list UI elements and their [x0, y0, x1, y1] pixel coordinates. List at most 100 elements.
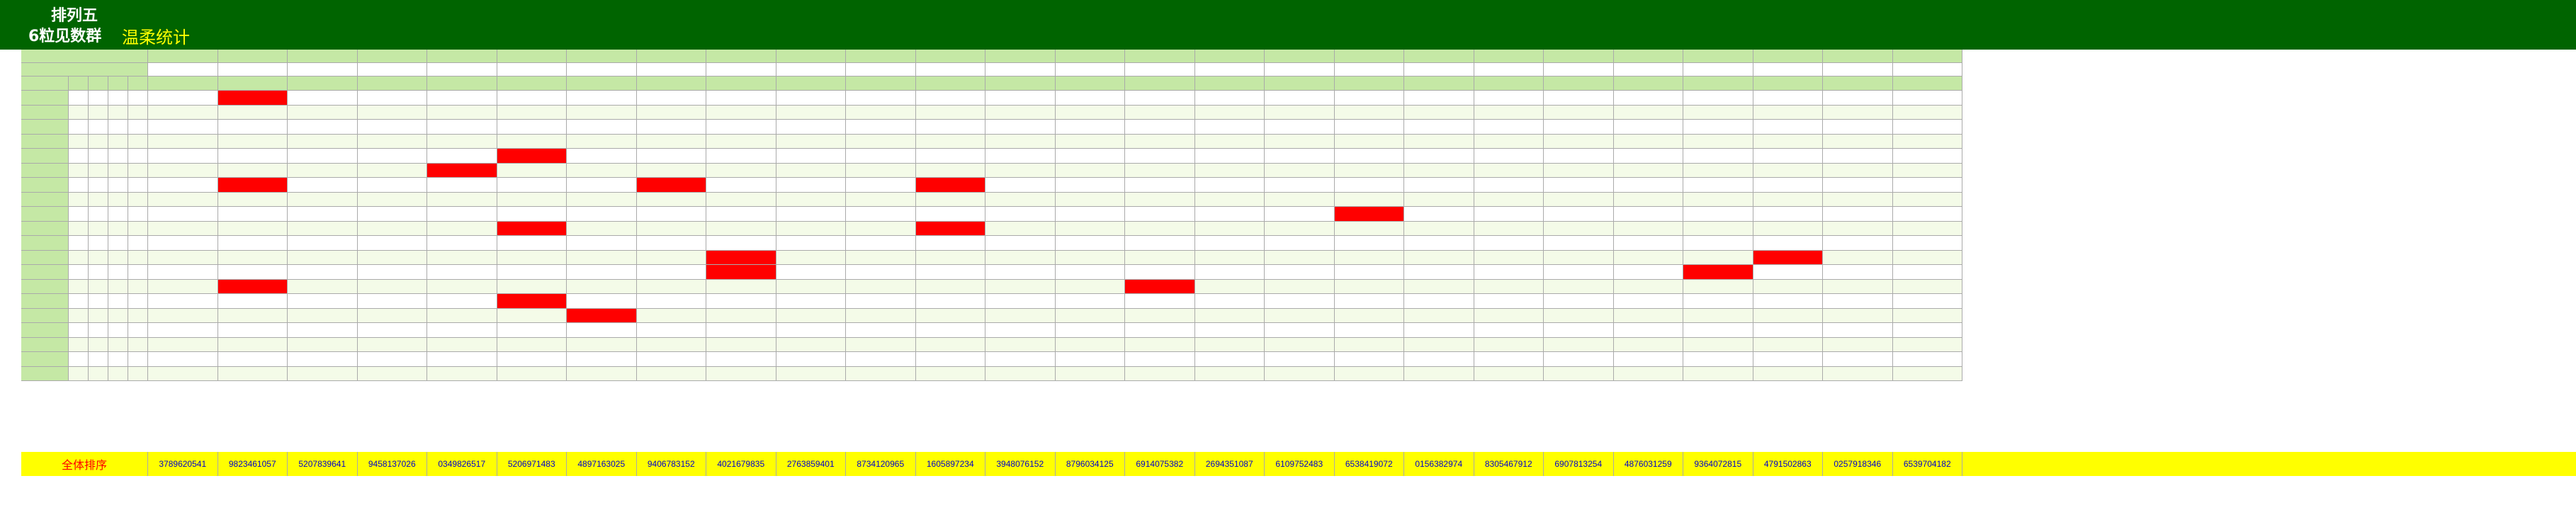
pick-cell	[1544, 337, 1614, 352]
pick-cell	[1823, 105, 1893, 120]
pick-cell	[706, 163, 776, 178]
pick-cell	[218, 221, 288, 236]
pick-cell	[1125, 192, 1195, 207]
pick-cell	[1334, 352, 1404, 367]
stat-streak	[128, 265, 148, 280]
pick-cell	[1334, 163, 1404, 178]
draw-no-label	[21, 50, 148, 63]
pick-cell	[1753, 366, 1823, 381]
pick-cell	[776, 163, 846, 178]
pick-cell	[1613, 149, 1683, 164]
draw-number	[776, 63, 846, 76]
pick-cell	[357, 366, 427, 381]
pick-cell	[1055, 207, 1125, 222]
pick-cell	[915, 207, 985, 222]
pick-cell	[1613, 279, 1683, 294]
pick-cell	[1404, 250, 1474, 265]
stat-hit	[89, 207, 108, 222]
pick-cell	[1474, 207, 1544, 222]
pick-cell	[1125, 323, 1195, 338]
draw-number	[1055, 63, 1125, 76]
stat-streak	[128, 366, 148, 381]
period-header	[846, 50, 916, 63]
pick-cell	[985, 308, 1056, 323]
pick-cell	[1125, 250, 1195, 265]
stat-rate	[108, 192, 128, 207]
pick-cell	[846, 323, 916, 338]
draw-nums-label	[21, 63, 148, 76]
pick-cell	[915, 91, 985, 106]
pick-cell	[567, 323, 637, 338]
pick-cell	[1404, 105, 1474, 120]
footer-ranking-value: 3948076152	[985, 452, 1056, 476]
pick-cell	[985, 221, 1056, 236]
draw-number	[915, 63, 985, 76]
pick-cell	[776, 207, 846, 222]
pick-cell	[915, 163, 985, 178]
draw-number	[1194, 63, 1265, 76]
pick-cell	[218, 366, 288, 381]
pick-cell	[288, 308, 358, 323]
entry-col-header	[1823, 76, 1893, 91]
pick-cell	[148, 236, 218, 251]
pick-cell	[1055, 120, 1125, 135]
pick-cell	[1613, 352, 1683, 367]
pick-cell	[427, 192, 497, 207]
stats-table	[21, 50, 2576, 431]
footer-ranking-value: 0257918346	[1823, 452, 1893, 476]
pick-cell	[357, 279, 427, 294]
stat-hit	[89, 323, 108, 338]
pick-cell	[985, 91, 1056, 106]
pick-cell	[218, 120, 288, 135]
pick-cell	[1404, 352, 1474, 367]
pick-cell	[985, 149, 1056, 164]
pick-cell	[1892, 134, 1962, 149]
pick-cell	[357, 250, 427, 265]
pick-cell	[846, 221, 916, 236]
pick-cell	[1265, 207, 1335, 222]
pick-cell	[1125, 352, 1195, 367]
pick-cell	[636, 352, 706, 367]
pick-cell	[1613, 236, 1683, 251]
pick-cell	[846, 294, 916, 309]
pick-cell	[1823, 207, 1893, 222]
pick-cell	[915, 120, 985, 135]
pick-cell	[1823, 134, 1893, 149]
pick-cell	[497, 236, 567, 251]
footer-ranking-value: 9823461057	[218, 452, 288, 476]
stat-rate	[108, 149, 128, 164]
pick-cell	[1544, 308, 1614, 323]
pick-cell	[1334, 178, 1404, 193]
pick-cell	[567, 352, 637, 367]
pick-cell	[427, 265, 497, 280]
footer-ranking-value: 9458137026	[358, 452, 427, 476]
pick-cell	[1892, 120, 1962, 135]
pick-cell	[1125, 265, 1195, 280]
title-primary: 排列五	[51, 7, 98, 25]
pick-cell	[1823, 323, 1893, 338]
pick-cell	[915, 337, 985, 352]
footer-ranking-value: 6907813254	[1544, 452, 1614, 476]
pick-cell	[1265, 105, 1335, 120]
pick-cell	[427, 91, 497, 106]
pick-cell	[1544, 134, 1614, 149]
pick-cell	[706, 366, 776, 381]
pick-cell	[1474, 120, 1544, 135]
stat-hit	[89, 352, 108, 367]
pick-cell	[567, 279, 637, 294]
pick-cell	[1194, 207, 1265, 222]
pick-cell	[1194, 294, 1265, 309]
entry-col-header	[357, 76, 427, 91]
stat-total	[69, 352, 89, 367]
friend-name	[21, 236, 69, 251]
stat-rate	[108, 163, 128, 178]
pick-cell	[567, 250, 637, 265]
pick-cell	[148, 352, 218, 367]
pick-cell	[357, 294, 427, 309]
pick-cell	[776, 134, 846, 149]
pick-cell	[357, 323, 427, 338]
pick-cell	[846, 134, 916, 149]
stat-total	[69, 366, 89, 381]
pick-cell	[1334, 250, 1404, 265]
pick-cell	[1892, 192, 1962, 207]
